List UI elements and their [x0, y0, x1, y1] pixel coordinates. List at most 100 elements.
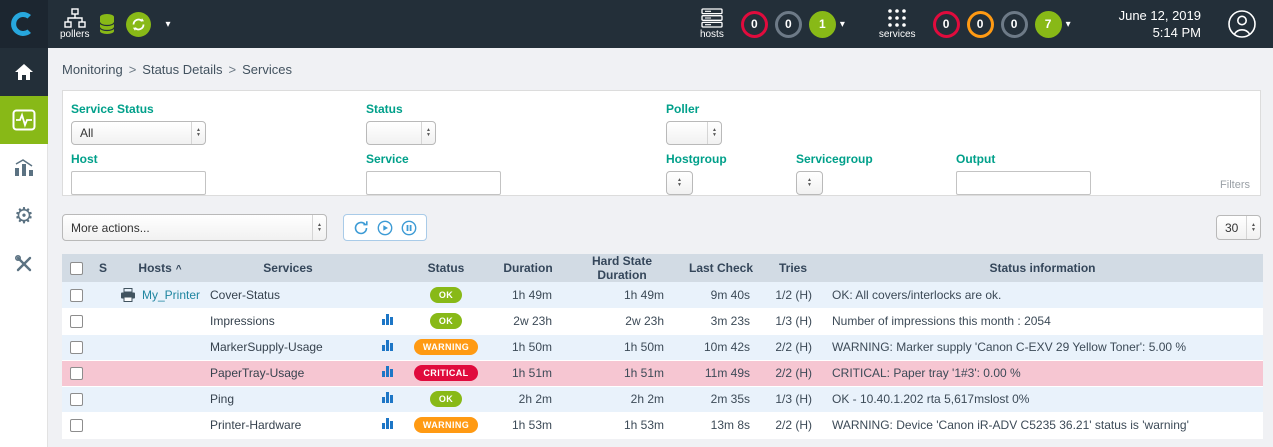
user-icon: [1227, 9, 1257, 39]
status-badge: WARNING: [414, 417, 478, 433]
services-menu[interactable]: services: [879, 8, 916, 40]
more-actions-select[interactable]: More actions... ▲▼: [62, 214, 327, 241]
header-severity[interactable]: S: [90, 254, 116, 282]
hostgroup-label: Hostgroup: [666, 152, 796, 166]
user-profile-button[interactable]: [1227, 9, 1257, 39]
status-counter-gray[interactable]: 0: [1001, 11, 1028, 38]
status-counter-red[interactable]: 0: [741, 11, 768, 38]
table-header-row: S Hosts^ Services Status Duration Hard S…: [62, 254, 1263, 282]
service-link[interactable]: Impressions: [210, 314, 275, 328]
select-stepper-icon: ▲▼: [1246, 216, 1260, 239]
status-information-cell: CRITICAL: Paper tray '1#3': 0.00 %: [822, 360, 1263, 386]
status-select[interactable]: ▲▼: [366, 121, 436, 145]
service-graph-icon[interactable]: [382, 392, 393, 403]
pollers-chevron-down-icon[interactable]: ▾: [165, 19, 170, 30]
hard-state-duration-cell: 1h 50m: [566, 334, 678, 360]
page-size-select[interactable]: 30 ▲▼: [1216, 215, 1261, 240]
row-checkbox[interactable]: [70, 341, 83, 354]
pollers-label: pollers: [60, 30, 89, 40]
resume-button[interactable]: [377, 220, 393, 236]
chart-icon: [13, 158, 35, 178]
row-checkbox[interactable]: [70, 393, 83, 406]
database-icon[interactable]: [98, 13, 116, 35]
header-status[interactable]: Status: [402, 254, 490, 282]
status-counter-green[interactable]: 7: [1035, 11, 1062, 38]
service-graph-icon[interactable]: [382, 340, 393, 351]
service-graph-icon[interactable]: [382, 366, 393, 377]
status-information-cell: OK - 10.40.1.202 rta 5,617mslost 0%: [822, 386, 1263, 412]
centreon-logo[interactable]: [0, 0, 48, 48]
services-icon: [887, 8, 907, 28]
status-counter-orange[interactable]: 0: [967, 11, 994, 38]
last-check-cell: 2m 35s: [678, 386, 764, 412]
sidebar-item-administration[interactable]: [0, 240, 48, 288]
header-status-information[interactable]: Status information: [822, 254, 1263, 282]
tries-cell: 2/2 (H): [764, 334, 822, 360]
breadcrumb-services[interactable]: Services: [242, 62, 292, 77]
status-label: Status: [366, 102, 666, 116]
status-counter-green[interactable]: 1: [809, 11, 836, 38]
refresh-icon: [353, 220, 369, 236]
refresh-controls: [343, 214, 427, 241]
header-hard-state-duration[interactable]: Hard State Duration: [566, 254, 678, 282]
hard-state-duration-cell: 1h 49m: [566, 282, 678, 308]
service-link[interactable]: Printer-Hardware: [210, 418, 301, 432]
service-link[interactable]: PaperTray-Usage: [210, 366, 304, 380]
duration-cell: 1h 50m: [490, 334, 566, 360]
status-badge: OK: [430, 287, 462, 303]
select-stepper-icon: ▲▼: [797, 172, 822, 194]
servicegroup-select[interactable]: ▲▼: [796, 171, 823, 195]
header-tries[interactable]: Tries: [764, 254, 822, 282]
printer-icon: [120, 288, 136, 302]
hostgroup-select[interactable]: ▲▼: [666, 171, 693, 195]
tries-cell: 2/2 (H): [764, 360, 822, 386]
hard-state-duration-cell: 1h 53m: [566, 412, 678, 438]
hosts-chevron-down-icon[interactable]: ▾: [840, 19, 845, 30]
pollers-menu[interactable]: pollers: [60, 8, 89, 40]
host-link[interactable]: My_Printer: [142, 288, 200, 302]
filters-caption: Filters: [1220, 179, 1250, 191]
breadcrumb-monitoring[interactable]: Monitoring: [62, 62, 123, 77]
sidebar-item-monitoring[interactable]: [0, 96, 48, 144]
poller-select[interactable]: ▲▼: [666, 121, 722, 145]
last-check-cell: 10m 42s: [678, 334, 764, 360]
row-checkbox[interactable]: [70, 315, 83, 328]
service-link[interactable]: Ping: [210, 392, 234, 406]
poller-sync-icon[interactable]: [125, 11, 152, 38]
gear-icon: ⚙: [14, 205, 34, 227]
sidebar-item-home[interactable]: [0, 48, 48, 96]
row-checkbox[interactable]: [70, 289, 83, 302]
refresh-button[interactable]: [353, 220, 369, 236]
breadcrumb-status-details[interactable]: Status Details: [142, 62, 222, 77]
servicegroup-label: Servicegroup: [796, 152, 956, 166]
tries-cell: 1/3 (H): [764, 386, 822, 412]
table-row: Printer-Hardware WARNING 1h 53m 1h 53m 1…: [62, 412, 1263, 438]
row-checkbox[interactable]: [70, 419, 83, 432]
header-last-check[interactable]: Last Check: [678, 254, 764, 282]
service-link[interactable]: MarkerSupply-Usage: [210, 340, 323, 354]
service-link[interactable]: Cover-Status: [210, 288, 280, 302]
header-services[interactable]: Services: [204, 254, 372, 282]
row-checkbox[interactable]: [70, 367, 83, 380]
pause-button[interactable]: [401, 220, 417, 236]
pause-circle-icon: [401, 220, 417, 236]
service-status-select[interactable]: All ▲▼: [71, 121, 206, 145]
output-input[interactable]: [956, 171, 1091, 195]
status-counter-red[interactable]: 0: [933, 11, 960, 38]
hosts-menu[interactable]: hosts: [700, 8, 724, 40]
select-stepper-icon: ▲▼: [312, 215, 326, 240]
header-duration[interactable]: Duration: [490, 254, 566, 282]
select-all-checkbox[interactable]: [70, 262, 83, 275]
service-graph-icon[interactable]: [382, 314, 393, 325]
host-input[interactable]: [71, 171, 206, 195]
status-counter-gray[interactable]: 0: [775, 11, 802, 38]
service-graph-icon[interactable]: [382, 418, 393, 429]
actions-toolbar: More actions... ▲▼: [62, 214, 1261, 241]
sidebar-item-reporting[interactable]: [0, 144, 48, 192]
service-input[interactable]: [366, 171, 501, 195]
sidebar: ⚙: [0, 48, 48, 447]
sidebar-item-configuration[interactable]: ⚙: [0, 192, 48, 240]
services-chevron-down-icon[interactable]: ▾: [1066, 19, 1071, 30]
header-hosts[interactable]: Hosts^: [116, 254, 204, 282]
current-date: June 12, 2019: [1119, 7, 1201, 24]
